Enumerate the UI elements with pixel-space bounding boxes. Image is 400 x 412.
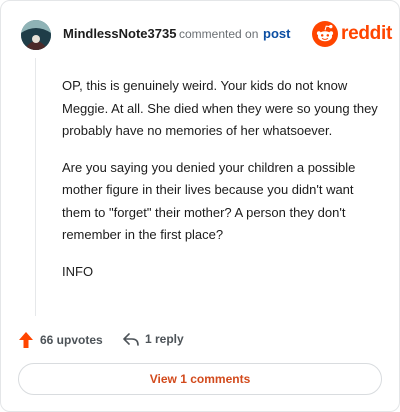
username-link[interactable]: MindlessNote3735 [63,26,176,41]
reply-arrow-icon [123,333,139,346]
reddit-wordmark: reddit [341,23,392,44]
upvote-button[interactable]: 66 upvotes [18,331,103,349]
reply-count: 1 reply [145,332,184,346]
comment-paragraph: INFO [62,263,94,279]
avatar[interactable] [21,20,51,50]
thread-line[interactable] [35,58,36,316]
reddit-brand[interactable]: reddit [312,21,392,47]
post-link[interactable]: post [263,26,290,41]
comment-paragraph: OP, this is genuinely weird. Your kids d… [62,78,378,138]
comment-card: MindlessNote3735 commented on post reddi… [0,0,400,412]
view-comments-button[interactable]: View 1 comments [18,363,382,395]
reddit-snoo-icon [312,21,338,47]
upvote-count: 66 upvotes [40,333,103,347]
upvote-arrow-icon [19,332,33,348]
comment-body: OP, this is genuinely weird. Your kids d… [62,75,382,297]
reply-button[interactable]: 1 reply [122,331,184,347]
commented-on-text: commented on [179,27,259,41]
comment-paragraph: Are you saying you denied your children … [62,159,356,243]
